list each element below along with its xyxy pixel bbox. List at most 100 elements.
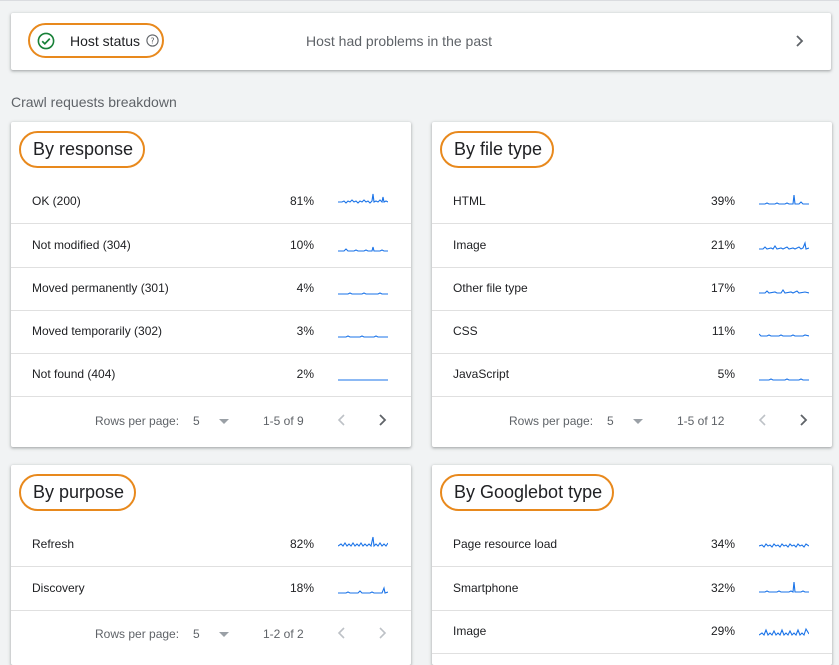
table-row[interactable]: Refresh 82% (11, 523, 411, 567)
by-response-card: By response OK (200) 81% Not modified (3… (11, 122, 411, 447)
table-row[interactable]: Not found (404) 2% (11, 353, 411, 397)
page-range: 1-5 of 9 (263, 414, 304, 428)
pagination: Rows per page: 5 1-2 of 2 (11, 615, 411, 655)
check-circle-icon (37, 32, 55, 50)
row-label: Refresh (32, 537, 75, 551)
page-range: 1-5 of 12 (677, 414, 725, 428)
svg-text:?: ? (150, 36, 154, 45)
chevron-right-icon[interactable] (794, 34, 806, 48)
sparkline (759, 627, 809, 637)
help-icon[interactable]: ? (146, 34, 159, 47)
row-label: Moved permanently (301) (32, 281, 169, 295)
sparkline (338, 246, 388, 252)
card-title-highlight: By Googlebot type (440, 474, 615, 511)
sparkline (338, 193, 388, 204)
card-title: By Googlebot type (454, 482, 603, 502)
table-row[interactable]: Moved permanently (301) 4% (11, 267, 411, 311)
table-row[interactable]: Page resource load 34% (432, 523, 832, 567)
table-row[interactable]: Moved temporarily (302) 3% (11, 310, 411, 354)
chevron-right-icon[interactable] (377, 626, 387, 640)
sparkline (759, 289, 809, 294)
sparkline (338, 335, 388, 338)
pagination: Rows per page: 5 1-5 of 12 (432, 402, 832, 442)
chevron-right-icon[interactable] (377, 413, 387, 427)
caret-down-icon[interactable] (633, 419, 643, 424)
table-row[interactable]: Not modified (304) 10% (11, 224, 411, 268)
rows-per-page-select[interactable]: 5 (607, 414, 614, 428)
row-label: Moved temporarily (302) (32, 324, 163, 338)
row-percentage: 39% (710, 194, 735, 208)
table-row[interactable]: Smartphone 32% (432, 567, 832, 611)
host-status-card[interactable]: Host status ? Host had problems in the p… (11, 13, 831, 70)
row-percentage: 29% (710, 624, 735, 638)
row-label: HTML (453, 194, 486, 208)
row-label: Page resource load (453, 537, 558, 551)
row-label: Image (453, 238, 487, 252)
row-percentage: 4% (296, 281, 314, 295)
row-label: OK (200) (32, 194, 81, 208)
table-row[interactable]: OK (200) 81% (11, 180, 411, 224)
row-percentage: 18% (289, 581, 314, 595)
chevron-right-icon[interactable] (798, 413, 808, 427)
row-percentage: 32% (710, 581, 735, 595)
rows-per-page-label: Rows per page: (95, 414, 180, 428)
caret-down-icon[interactable] (219, 419, 229, 424)
row-percentage: 2% (296, 367, 314, 381)
row-percentage: 34% (710, 537, 735, 551)
row-percentage: 11% (711, 324, 735, 338)
sparkline (759, 378, 809, 381)
row-percentage: 17% (710, 281, 735, 295)
caret-down-icon[interactable] (219, 632, 229, 637)
rows-per-page-label: Rows per page: (509, 414, 594, 428)
card-title: By response (33, 139, 134, 159)
row-label: Not found (404) (32, 367, 116, 381)
row-label: Smartphone (453, 581, 519, 595)
sparkline (338, 586, 388, 594)
table-row[interactable]: Image 21% (432, 224, 832, 268)
host-status-text: Host had problems in the past (306, 33, 492, 49)
row-label: Not modified (304) (32, 238, 131, 252)
card-title: By purpose (33, 482, 125, 502)
row-percentage: 81% (289, 194, 314, 208)
host-status-highlight: Host status ? (28, 23, 164, 58)
row-percentage: 10% (289, 238, 314, 252)
table-row[interactable]: CSS 11% (432, 310, 832, 354)
row-percentage: 82% (289, 537, 314, 551)
sparkline (759, 543, 809, 548)
sparkline (759, 240, 809, 250)
by-googlebot-type-card: By Googlebot type Page resource load 34%… (432, 465, 832, 665)
row-label: Discovery (32, 581, 85, 595)
pagination: Rows per page: 5 1-5 of 9 (11, 402, 411, 442)
chevron-left-icon[interactable] (337, 413, 347, 427)
sparkline (338, 379, 388, 381)
sparkline (338, 292, 388, 295)
sparkline (759, 581, 809, 593)
rows-per-page-label: Rows per page: (95, 627, 180, 641)
rows-per-page-select[interactable]: 5 (193, 414, 200, 428)
row-label: Image (453, 624, 487, 638)
card-title-highlight: By response (19, 131, 146, 168)
chevron-left-icon[interactable] (337, 626, 347, 640)
sparkline (759, 194, 809, 205)
row-percentage: 21% (710, 238, 735, 252)
table-row[interactable]: Image 29% (432, 610, 832, 654)
card-title-highlight: By purpose (19, 474, 137, 511)
page-range: 1-2 of 2 (263, 627, 304, 641)
table-row[interactable]: Discovery 18% (11, 567, 411, 611)
table-row[interactable]: Other file type 17% (432, 267, 832, 311)
row-label: JavaScript (453, 367, 510, 381)
card-title: By file type (454, 139, 543, 159)
by-purpose-card: By purpose Refresh 82% Discovery 18% Row… (11, 465, 411, 665)
row-label: Other file type (453, 281, 528, 295)
table-row[interactable]: JavaScript 5% (432, 353, 832, 397)
sparkline (338, 536, 388, 548)
chevron-left-icon[interactable] (758, 413, 768, 427)
table-row[interactable]: HTML 39% (432, 180, 832, 224)
row-percentage: 3% (296, 324, 314, 338)
sparkline (759, 333, 809, 337)
rows-per-page-select[interactable]: 5 (193, 627, 200, 641)
card-title-highlight: By file type (440, 131, 555, 168)
row-label: CSS (453, 324, 478, 338)
row-percentage: 5% (717, 367, 735, 381)
top-divider (0, 0, 839, 1)
